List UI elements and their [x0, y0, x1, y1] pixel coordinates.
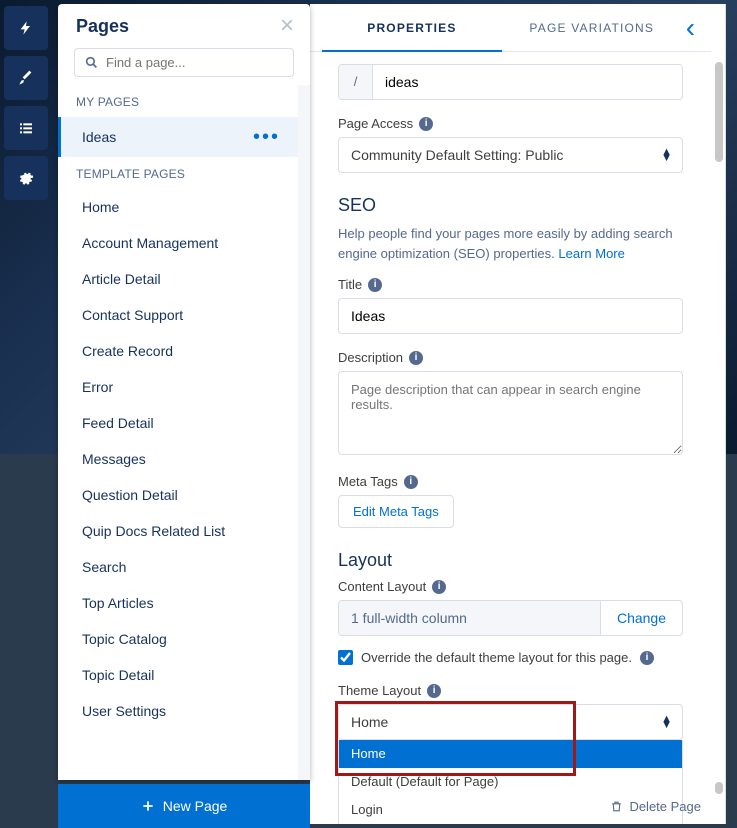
info-icon[interactable]: i	[427, 684, 441, 698]
page-item[interactable]: Contact Support	[58, 297, 298, 333]
page-item[interactable]: Question Detail	[58, 477, 298, 513]
scrollbar[interactable]	[715, 782, 723, 794]
info-icon[interactable]: i	[432, 580, 446, 594]
page-access-label: Page Accessi	[338, 116, 683, 131]
new-page-button[interactable]: New Page	[58, 784, 310, 828]
vertical-toolbar	[0, 0, 54, 206]
page-item[interactable]: Home	[58, 189, 298, 225]
tab-properties[interactable]: PROPERTIES	[322, 4, 502, 52]
delete-page-button[interactable]: Delete Page	[600, 795, 711, 818]
layout-heading: Layout	[338, 550, 683, 571]
chevron-left-icon[interactable]: ‹	[682, 14, 699, 42]
url-slash: /	[339, 65, 373, 99]
theme-layout-label: Theme Layouti	[338, 683, 683, 698]
page-item[interactable]: Create Record	[58, 333, 298, 369]
search-icon	[85, 56, 98, 69]
page-item[interactable]: Topic Detail	[58, 657, 298, 693]
change-layout-button[interactable]: Change	[600, 601, 682, 635]
page-item[interactable]: User Settings	[58, 693, 298, 729]
info-icon[interactable]: i	[409, 351, 423, 365]
brush-icon[interactable]	[4, 56, 48, 100]
dropdown-option-default[interactable]: Default (Default for Page)	[339, 768, 682, 796]
more-icon[interactable]: •••	[253, 127, 280, 147]
gear-icon[interactable]	[4, 156, 48, 200]
title-input[interactable]	[338, 298, 683, 334]
page-item[interactable]: Error	[58, 369, 298, 405]
page-access-select[interactable]: Community Default Setting: Public ▲▼	[338, 137, 683, 173]
chevron-updown-icon: ▲▼	[661, 149, 672, 161]
info-icon[interactable]: i	[404, 475, 418, 489]
page-item[interactable]: Messages	[58, 441, 298, 477]
description-label: Descriptioni	[338, 350, 683, 365]
seo-help-text: Help people find your pages more easily …	[338, 224, 683, 263]
info-icon[interactable]: i	[419, 117, 433, 131]
close-icon[interactable]: ×	[280, 14, 294, 38]
content-layout-value: 1 full-width column	[339, 601, 600, 635]
page-item[interactable]: Feed Detail	[58, 405, 298, 441]
page-list[interactable]: MY PAGES Ideas ••• TEMPLATE PAGES HomeAc…	[58, 85, 310, 780]
scrollbar[interactable]	[715, 62, 723, 162]
section-my-pages: MY PAGES	[58, 85, 298, 117]
page-item[interactable]: Quip Docs Related List	[58, 513, 298, 549]
dropdown-option-home[interactable]: Home	[339, 740, 682, 768]
url-input[interactable]	[373, 65, 682, 99]
page-item-ideas[interactable]: Ideas •••	[58, 117, 298, 157]
plus-icon	[141, 799, 155, 813]
trash-icon	[610, 800, 623, 813]
page-item[interactable]: Search	[58, 549, 298, 585]
lightning-icon[interactable]	[4, 6, 48, 50]
content-layout-label: Content Layouti	[338, 579, 683, 594]
pages-panel: Pages × MY PAGES Ideas ••• TEMPLATE PAGE…	[58, 4, 310, 780]
url-field: /	[338, 64, 683, 100]
info-icon[interactable]: i	[368, 278, 382, 292]
chevron-updown-icon: ▲▼	[661, 716, 672, 728]
seo-heading: SEO	[338, 195, 683, 216]
title-label: Titlei	[338, 277, 683, 292]
info-icon[interactable]: i	[640, 651, 654, 665]
theme-layout-select[interactable]: Home ▲▼	[338, 704, 683, 740]
override-label: Override the default theme layout for th…	[361, 650, 632, 665]
panel-title: Pages	[76, 16, 129, 37]
edit-meta-tags-button[interactable]: Edit Meta Tags	[338, 495, 454, 528]
section-template-pages: TEMPLATE PAGES	[58, 157, 298, 189]
page-item[interactable]: Article Detail	[58, 261, 298, 297]
tab-variations[interactable]: PAGE VARIATIONS	[502, 4, 682, 52]
page-item[interactable]: Topic Catalog	[58, 621, 298, 657]
override-checkbox[interactable]	[338, 650, 353, 665]
page-item[interactable]: Top Articles	[58, 585, 298, 621]
list-icon[interactable]	[4, 106, 48, 150]
search-input[interactable]	[106, 55, 283, 70]
learn-more-link[interactable]: Learn More	[558, 246, 624, 261]
description-input[interactable]	[338, 371, 683, 455]
search-input-wrap[interactable]	[74, 48, 294, 77]
meta-tags-label: Meta Tagsi	[338, 474, 683, 489]
page-item[interactable]: Account Management	[58, 225, 298, 261]
properties-panel: PROPERTIES PAGE VARIATIONS ‹ / Page Acce…	[310, 4, 726, 824]
